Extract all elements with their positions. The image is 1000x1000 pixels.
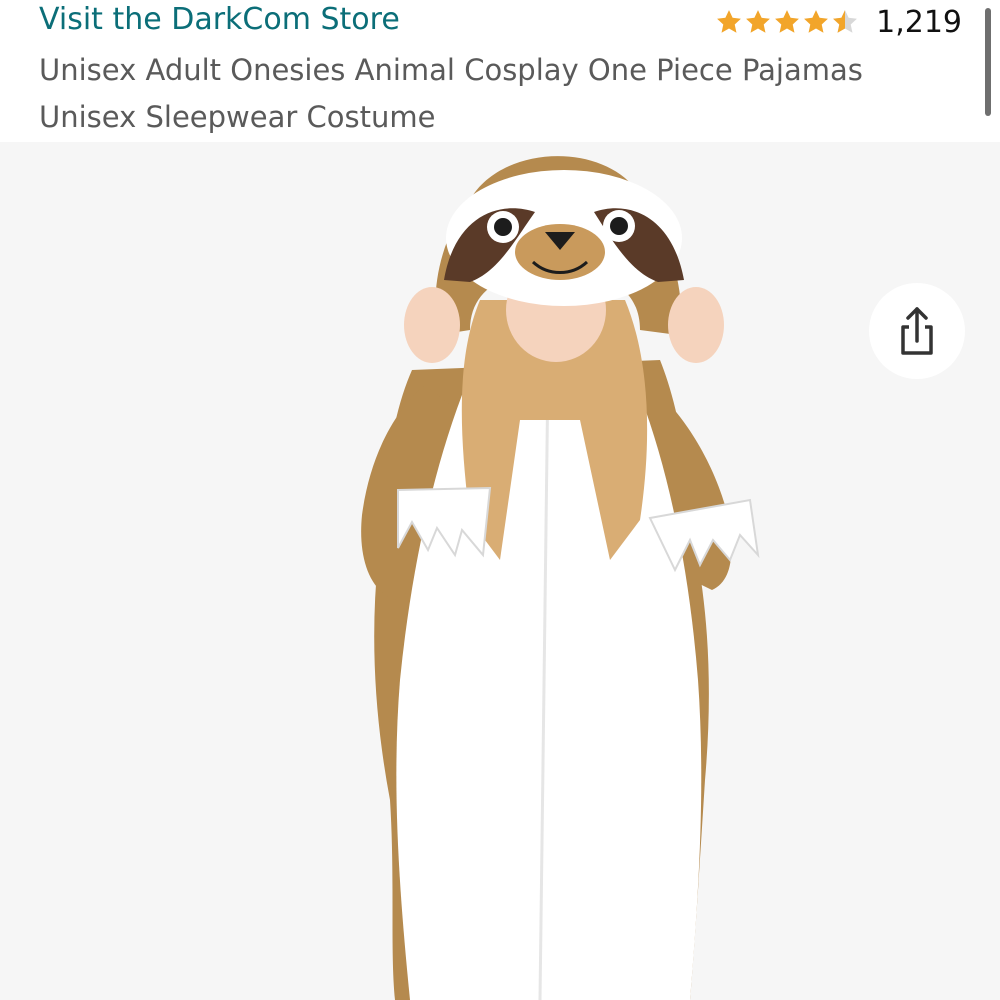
star-icon <box>746 10 771 33</box>
star-icon <box>775 10 800 33</box>
star-icon <box>717 10 742 33</box>
product-title-line: Unisex Adult Onesies Animal Cosplay One … <box>39 53 863 87</box>
rating-count[interactable]: 1,219 <box>876 5 962 40</box>
share-icon <box>901 307 933 355</box>
product-title-line: Unisex Sleepwear Costume <box>39 100 436 134</box>
star-rating[interactable] <box>715 8 860 36</box>
star-icon <box>804 10 829 33</box>
half-star-icon <box>833 10 858 33</box>
store-link[interactable]: Visit the DarkCom Store <box>39 2 400 37</box>
product-header: Visit the DarkCom Store 1,219 Unisex Adu… <box>0 0 1000 142</box>
product-image <box>0 142 1000 1000</box>
scroll-indicator[interactable] <box>985 8 991 116</box>
share-button[interactable] <box>869 283 965 379</box>
product-image-area[interactable] <box>0 142 1000 1000</box>
rating-summary: 1,219 <box>715 2 962 42</box>
product-page: Visit the DarkCom Store 1,219 Unisex Adu… <box>0 0 1000 1000</box>
